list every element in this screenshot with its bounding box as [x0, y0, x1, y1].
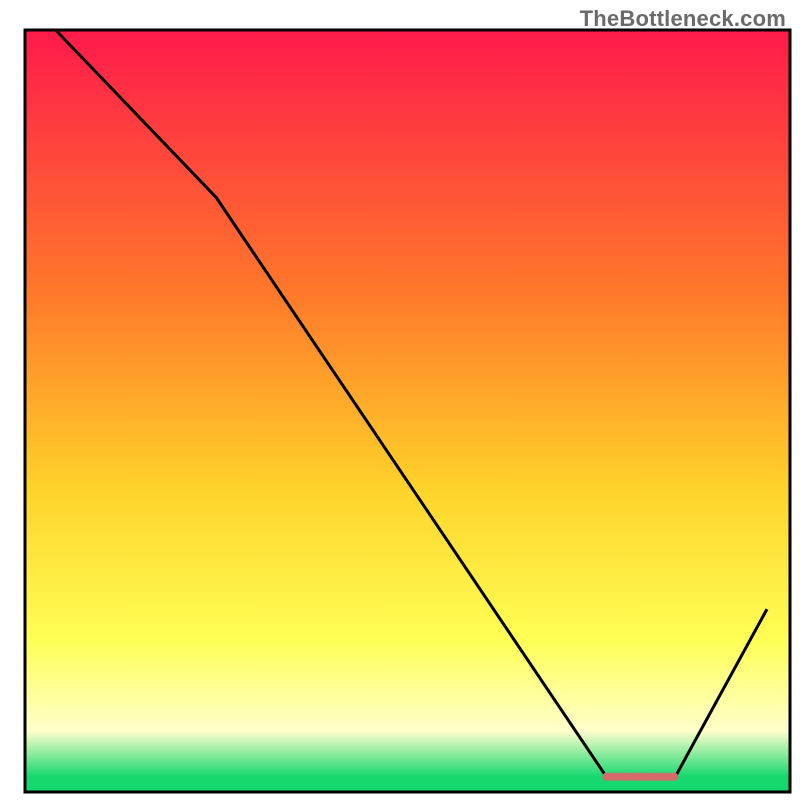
chart-stage: TheBottleneck.com — [0, 0, 800, 800]
plot-background — [25, 30, 790, 792]
chart-svg — [0, 0, 800, 800]
watermark-text: TheBottleneck.com — [580, 6, 786, 32]
